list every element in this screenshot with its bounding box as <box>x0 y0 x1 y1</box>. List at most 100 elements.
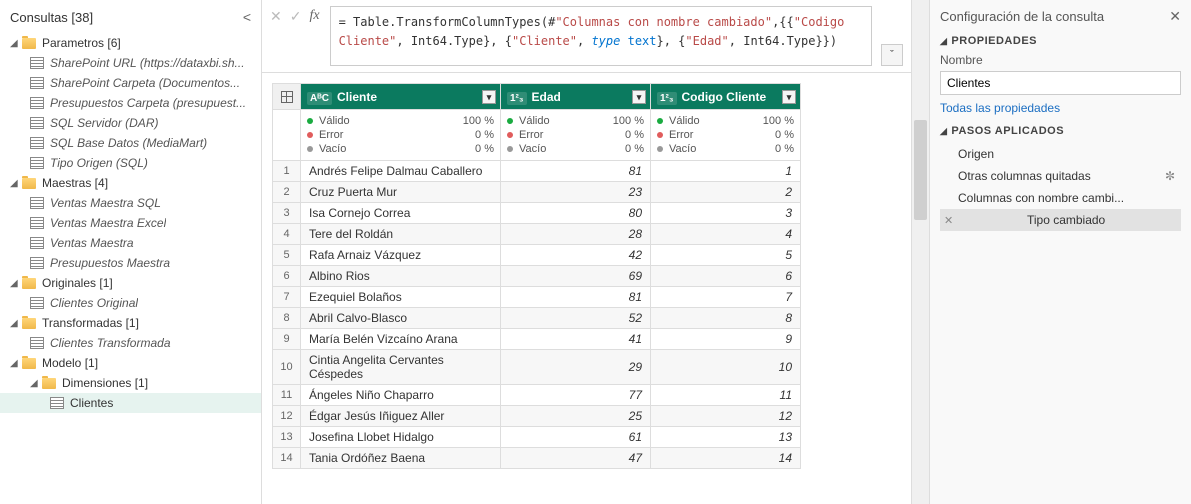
table-row[interactable]: 13 Josefina Llobet Hidalgo 61 13 <box>273 427 801 448</box>
table-row[interactable]: 5 Rafa Arnaiz Vázquez 42 5 <box>273 245 801 266</box>
cell-cliente[interactable]: María Belén Vizcaíno Arana <box>301 329 501 350</box>
table-row[interactable]: 3 Isa Cornejo Correa 80 3 <box>273 203 801 224</box>
table-row[interactable]: 6 Albino Rios 69 6 <box>273 266 801 287</box>
cell-edad[interactable]: 25 <box>501 406 651 427</box>
cell-edad[interactable]: 80 <box>501 203 651 224</box>
cell-edad[interactable]: 77 <box>501 385 651 406</box>
column-header-cliente[interactable]: AᴮCCliente ▾ <box>301 84 501 110</box>
expand-formula-button[interactable]: ˇ <box>881 44 903 66</box>
cell-edad[interactable]: 69 <box>501 266 651 287</box>
accept-formula-icon[interactable]: ✓ <box>290 8 302 25</box>
cell-edad[interactable]: 47 <box>501 448 651 469</box>
query-item[interactable]: SQL Servidor (DAR) <box>0 113 261 133</box>
query-item[interactable]: Clientes <box>0 393 261 413</box>
cell-codigo[interactable]: 5 <box>651 245 801 266</box>
folder-item[interactable]: ◢Modelo [1] <box>0 353 261 373</box>
row-number[interactable]: 9 <box>273 329 301 350</box>
column-header-codigo[interactable]: 1²₃Codigo Cliente ▾ <box>651 84 801 110</box>
column-filter-codigo-icon[interactable]: ▾ <box>782 90 796 104</box>
row-number[interactable]: 13 <box>273 427 301 448</box>
row-number[interactable]: 4 <box>273 224 301 245</box>
cell-cliente[interactable]: Ezequiel Bolaños <box>301 287 501 308</box>
close-settings-icon[interactable]: ✕ <box>1169 8 1181 25</box>
row-number[interactable]: 3 <box>273 203 301 224</box>
fx-icon[interactable]: fx <box>309 8 319 25</box>
row-number[interactable]: 5 <box>273 245 301 266</box>
query-item[interactable]: Ventas Maestra Excel <box>0 213 261 233</box>
row-number[interactable]: 11 <box>273 385 301 406</box>
step-settings-icon[interactable]: ✼ <box>1165 169 1175 183</box>
cell-cliente[interactable]: Abril Calvo-Blasco <box>301 308 501 329</box>
cell-codigo[interactable]: 10 <box>651 350 801 385</box>
table-row[interactable]: 9 María Belén Vizcaíno Arana 41 9 <box>273 329 801 350</box>
tree-toggle-icon[interactable]: ◢ <box>10 38 22 49</box>
tree-toggle-icon[interactable]: ◢ <box>10 358 22 369</box>
cell-codigo[interactable]: 1 <box>651 161 801 182</box>
applied-step[interactable]: Otras columnas quitadas✼ <box>940 165 1181 187</box>
cell-codigo[interactable]: 6 <box>651 266 801 287</box>
applied-step[interactable]: Columnas con nombre cambi... <box>940 187 1181 209</box>
cell-cliente[interactable]: Édgar Jesús Iñiguez Aller <box>301 406 501 427</box>
folder-item[interactable]: ◢Transformadas [1] <box>0 313 261 333</box>
cell-edad[interactable]: 52 <box>501 308 651 329</box>
row-number[interactable]: 14 <box>273 448 301 469</box>
table-row[interactable]: 7 Ezequiel Bolaños 81 7 <box>273 287 801 308</box>
cell-codigo[interactable]: 12 <box>651 406 801 427</box>
cell-codigo[interactable]: 3 <box>651 203 801 224</box>
query-item[interactable]: Ventas Maestra <box>0 233 261 253</box>
cell-cliente[interactable]: Cruz Puerta Mur <box>301 182 501 203</box>
table-row[interactable]: 4 Tere del Roldán 28 4 <box>273 224 801 245</box>
tree-toggle-icon[interactable]: ◢ <box>10 318 22 329</box>
table-row[interactable]: 2 Cruz Puerta Mur 23 2 <box>273 182 801 203</box>
query-item[interactable]: SharePoint URL (https://dataxbi.sh... <box>0 53 261 73</box>
cancel-formula-icon[interactable]: ✕ <box>270 8 282 25</box>
folder-item[interactable]: ◢Maestras [4] <box>0 173 261 193</box>
applied-steps-section-header[interactable]: ◢ PASOS APLICADOS <box>940 125 1181 137</box>
select-all-corner[interactable] <box>273 84 301 110</box>
tree-toggle-icon[interactable]: ◢ <box>10 278 22 289</box>
cell-codigo[interactable]: 11 <box>651 385 801 406</box>
cell-cliente[interactable]: Tania Ordóñez Baena <box>301 448 501 469</box>
cell-cliente[interactable]: Cintia Angelita Cervantes Céspedes <box>301 350 501 385</box>
cell-cliente[interactable]: Ángeles Niño Chaparro <box>301 385 501 406</box>
cell-codigo[interactable]: 14 <box>651 448 801 469</box>
query-item[interactable]: Clientes Original <box>0 293 261 313</box>
all-properties-link[interactable]: Todas las propiedades <box>940 101 1060 115</box>
table-row[interactable]: 12 Édgar Jesús Iñiguez Aller 25 12 <box>273 406 801 427</box>
cell-codigo[interactable]: 13 <box>651 427 801 448</box>
query-item[interactable]: Clientes Transformada <box>0 333 261 353</box>
properties-section-header[interactable]: ◢ PROPIEDADES <box>940 35 1181 47</box>
cell-codigo[interactable]: 4 <box>651 224 801 245</box>
cell-cliente[interactable]: Josefina Llobet Hidalgo <box>301 427 501 448</box>
cell-codigo[interactable]: 7 <box>651 287 801 308</box>
cell-cliente[interactable]: Tere del Roldán <box>301 224 501 245</box>
row-number[interactable]: 6 <box>273 266 301 287</box>
cell-cliente[interactable]: Isa Cornejo Correa <box>301 203 501 224</box>
folder-item[interactable]: ◢Parametros [6] <box>0 33 261 53</box>
column-header-edad[interactable]: 1²₃Edad ▾ <box>501 84 651 110</box>
cell-codigo[interactable]: 9 <box>651 329 801 350</box>
cell-edad[interactable]: 41 <box>501 329 651 350</box>
cell-cliente[interactable]: Rafa Arnaiz Vázquez <box>301 245 501 266</box>
row-number[interactable]: 8 <box>273 308 301 329</box>
query-item[interactable]: SharePoint Carpeta (Documentos... <box>0 73 261 93</box>
query-item[interactable]: Presupuestos Maestra <box>0 253 261 273</box>
cell-edad[interactable]: 61 <box>501 427 651 448</box>
table-row[interactable]: 14 Tania Ordóñez Baena 47 14 <box>273 448 801 469</box>
tree-toggle-icon[interactable]: ◢ <box>10 178 22 189</box>
cell-edad[interactable]: 29 <box>501 350 651 385</box>
row-number[interactable]: 12 <box>273 406 301 427</box>
column-filter-edad-icon[interactable]: ▾ <box>632 90 646 104</box>
row-number[interactable]: 2 <box>273 182 301 203</box>
applied-step[interactable]: ✕Tipo cambiado <box>940 209 1181 231</box>
cell-edad[interactable]: 23 <box>501 182 651 203</box>
collapse-queries-icon[interactable]: < <box>243 9 251 25</box>
table-row[interactable]: 10 Cintia Angelita Cervantes Céspedes 29… <box>273 350 801 385</box>
vertical-scrollbar[interactable] <box>911 0 929 504</box>
row-number[interactable]: 10 <box>273 350 301 385</box>
row-number[interactable]: 7 <box>273 287 301 308</box>
folder-item[interactable]: ◢Originales [1] <box>0 273 261 293</box>
cell-cliente[interactable]: Albino Rios <box>301 266 501 287</box>
query-item[interactable]: SQL Base Datos (MediaMart) <box>0 133 261 153</box>
cell-codigo[interactable]: 2 <box>651 182 801 203</box>
